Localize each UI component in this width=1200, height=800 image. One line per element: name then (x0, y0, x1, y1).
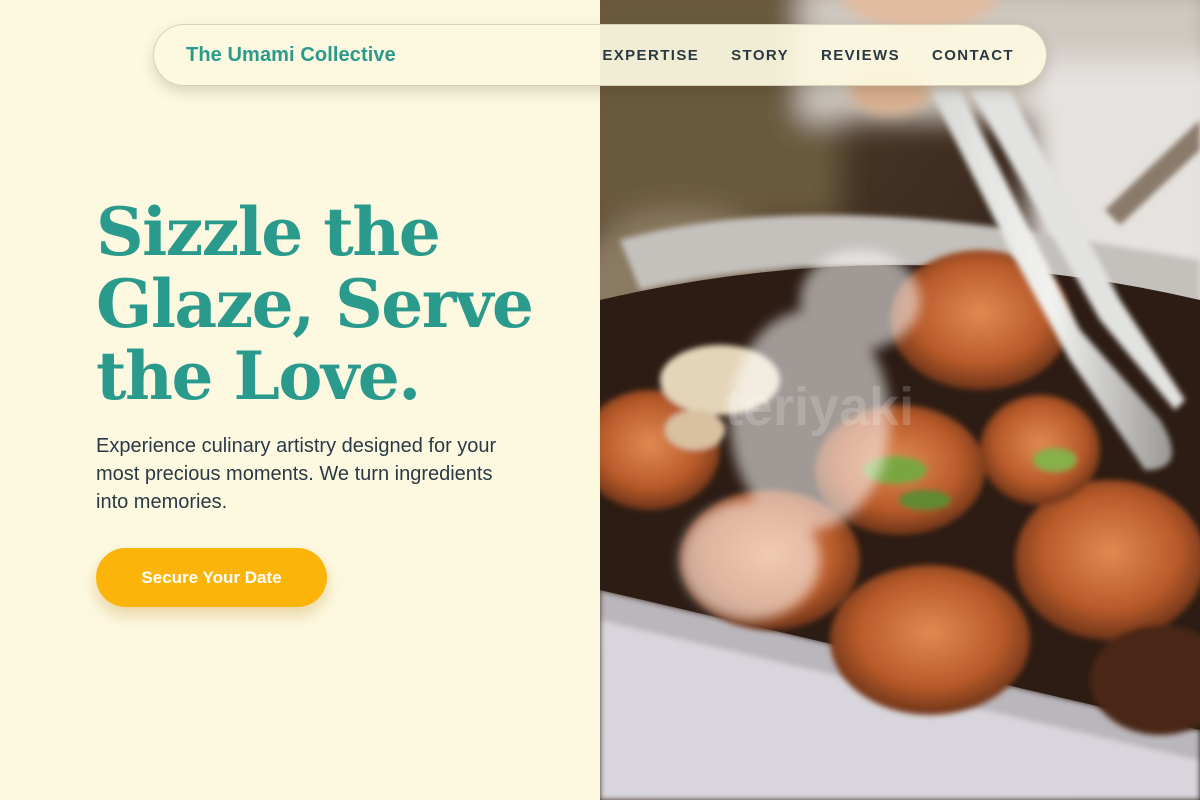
hero-headline: Sizzle the Glaze, Serve the Love. (96, 196, 556, 412)
nav-link-story[interactable]: STORY (731, 47, 789, 64)
nav-link-expertise[interactable]: EXPERTISE (602, 47, 699, 64)
top-navbar: The Umami Collective EXPERTISE STORY REV… (153, 24, 1047, 86)
hero-headline-line-2: Glaze, Serve (96, 265, 534, 343)
nav-link-contact[interactable]: CONTACT (932, 47, 1014, 64)
secure-your-date-button[interactable]: Secure Your Date (96, 548, 327, 607)
image-watermark: teriyaki (725, 377, 914, 437)
landing-page: teriyaki The Umami Collective EXPERTISE … (0, 0, 1200, 800)
brand-logo-text[interactable]: The Umami Collective (186, 44, 396, 67)
grilled-food-photo: teriyaki (600, 0, 1200, 800)
hero-headline-line-1: Sizzle the (96, 193, 441, 271)
hero-subtext: Experience culinary artistry designed fo… (96, 435, 497, 513)
hero-headline-line-3: the Love. (96, 337, 421, 415)
nav-links: EXPERTISE STORY REVIEWS CONTACT (602, 47, 1014, 64)
nav-link-reviews[interactable]: REVIEWS (821, 47, 900, 64)
hero-food-image: teriyaki (600, 0, 1200, 800)
